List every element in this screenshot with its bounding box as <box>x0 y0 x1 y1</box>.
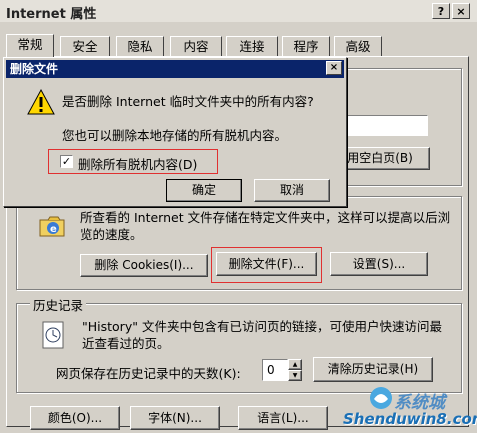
window-title-bar[interactable]: Internet 属性 ? × <box>0 0 477 22</box>
watermark-logo-icon <box>370 387 392 409</box>
delete-files-button[interactable]: 删除文件(F)... <box>216 252 317 276</box>
close-button[interactable]: × <box>452 3 470 19</box>
temp-files-description: 所查看的 Internet 文件存储在特定文件夹中，这样可以提高以后浏览的速度。 <box>80 210 451 242</box>
languages-button[interactable]: 语言(L)... <box>238 406 328 430</box>
ok-button[interactable]: 确定 <box>166 179 242 202</box>
delete-cookies-button[interactable]: 删除 Cookies(I)... <box>80 254 208 277</box>
dialog-question: 是否删除 Internet 临时文件夹中的所有内容? <box>62 94 314 109</box>
history-days-input[interactable]: 0 <box>262 359 288 381</box>
history-icon <box>42 321 64 349</box>
dialog-title: 删除文件 <box>10 62 59 76</box>
fonts-button[interactable]: 字体(N)... <box>130 406 220 430</box>
tab-programs[interactable]: 程序 <box>282 36 330 56</box>
clear-history-button[interactable]: 清除历史记录(H) <box>313 357 433 382</box>
ie-folder-icon: e <box>39 216 65 237</box>
tab-security[interactable]: 安全 <box>60 36 110 56</box>
svg-text:e: e <box>50 224 57 235</box>
history-description: "History" 文件夹中包含有已访问页的链接，可使用户快速访问最近查看过的页… <box>82 319 442 351</box>
tab-connections[interactable]: 连接 <box>226 36 278 56</box>
watermark-url: Shenduwin8.com <box>343 410 477 428</box>
help-button[interactable]: ? <box>432 3 450 19</box>
temp-settings-button[interactable]: 设置(S)... <box>330 252 428 276</box>
colors-button[interactable]: 颜色(O)... <box>30 406 120 430</box>
offline-content-label[interactable]: 删除所有脱机内容(D) <box>78 154 197 173</box>
tab-content[interactable]: 内容 <box>170 36 222 56</box>
offline-content-checkbox[interactable]: ✓ <box>60 155 73 168</box>
history-group-label: 历史记录 <box>30 295 87 314</box>
dialog-info: 您也可以删除本地存储的所有脱机内容。 <box>62 128 288 143</box>
tab-advanced[interactable]: 高级 <box>334 36 382 56</box>
delete-files-dialog: 删除文件 × 是否删除 Internet 临时文件夹中的所有内容? 您也可以删除… <box>3 57 347 207</box>
days-up-arrow-icon[interactable]: ▲ <box>288 359 302 370</box>
days-down-arrow-icon[interactable]: ▼ <box>288 370 302 381</box>
dialog-close-button[interactable]: × <box>326 61 342 75</box>
dialog-title-bar[interactable]: 删除文件 <box>6 60 344 78</box>
tab-general[interactable]: 常规 <box>6 34 54 57</box>
history-days-label: 网页保存在历史记录中的天数(K): <box>56 366 241 381</box>
window-title: Internet 属性 <box>6 7 97 22</box>
tab-privacy[interactable]: 隐私 <box>116 36 164 56</box>
warning-icon <box>27 88 55 115</box>
cancel-button[interactable]: 取消 <box>254 179 330 202</box>
